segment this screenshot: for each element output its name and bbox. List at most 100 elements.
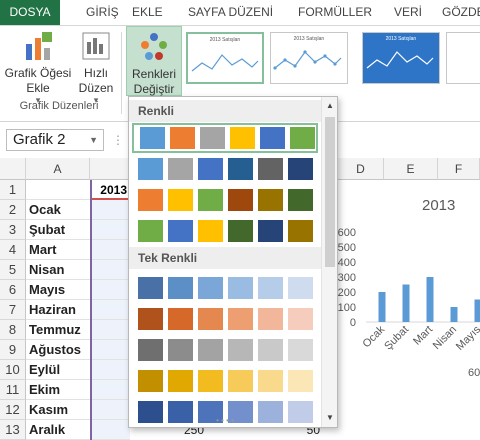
quick-layout-button[interactable]: Hızlı Düzen ▾ <box>76 30 116 105</box>
row-header-11[interactable]: 11 <box>0 380 26 400</box>
color-swatch <box>198 158 223 180</box>
cell-a2[interactable]: Ocak <box>26 200 90 220</box>
chart-style-thumb-1[interactable]: 2013 Satışları <box>186 32 264 84</box>
tab-gi̇ri̇ş[interactable]: GİRİŞ <box>78 0 127 25</box>
y-tick-label: 500 <box>338 242 356 254</box>
monochromatic-palette-row[interactable] <box>132 273 318 303</box>
resize-handle-icon[interactable]: ⋮ <box>112 133 125 147</box>
chart-style-thumb-3[interactable]: 2013 Satışları <box>362 32 440 84</box>
cell-b5[interactable] <box>90 260 130 280</box>
cell-a1[interactable] <box>26 180 90 200</box>
change-colors-button[interactable]: Renkleri Değiştir ▾ <box>126 26 182 106</box>
color-swatch <box>288 339 313 361</box>
tab-formüller[interactable]: FORMÜLLER <box>290 0 380 25</box>
bar-mart[interactable] <box>426 277 434 322</box>
color-swatch <box>138 308 163 330</box>
bar-şubat[interactable] <box>402 284 410 323</box>
cell-a6[interactable]: Mayıs <box>26 280 90 300</box>
chart-area[interactable]: 2013 0 100 200 300 400 500 600 Ocak Şubat Mart Nisa… <box>330 180 480 380</box>
column-header-d[interactable]: D <box>338 158 384 180</box>
cell-b2[interactable] <box>90 200 130 220</box>
colorful-section-header: Renkli <box>129 100 321 122</box>
cell-b13[interactable] <box>90 420 130 440</box>
cell-b11[interactable] <box>90 380 130 400</box>
quick-layout-icon <box>80 30 112 62</box>
row-header-6[interactable]: 6 <box>0 280 26 300</box>
dropdown-scrollbar[interactable]: ▲ ▼ <box>321 97 337 427</box>
color-swatch <box>138 277 163 299</box>
x-tick-label: Mayıs <box>454 323 480 353</box>
cell-b3[interactable] <box>90 220 130 240</box>
name-box[interactable]: Grafik 2 ▼ <box>6 129 104 151</box>
monochromatic-palette-row[interactable] <box>132 304 318 334</box>
cell-b7[interactable] <box>90 300 130 320</box>
cell-a11[interactable]: Ekim <box>26 380 90 400</box>
cell-b9[interactable] <box>90 340 130 360</box>
cell-a12[interactable]: Kasım <box>26 400 90 420</box>
scroll-down-icon[interactable]: ▼ <box>324 412 336 424</box>
scroll-thumb[interactable] <box>325 117 335 267</box>
tab-gözde[interactable]: GÖZDE <box>434 0 480 25</box>
color-swatch <box>288 158 313 180</box>
tab-ekle[interactable]: EKLE <box>124 0 171 25</box>
bar-mayıs[interactable] <box>474 299 480 323</box>
cell-b8[interactable] <box>90 320 130 340</box>
add-chart-element-button[interactable]: Grafik Öğesi Ekle ▾ <box>2 30 74 105</box>
cell-a4[interactable]: Mart <box>26 240 90 260</box>
colorful-palette-row[interactable] <box>132 185 318 215</box>
row-header-13[interactable]: 13 <box>0 420 26 440</box>
select-all-corner[interactable] <box>0 158 26 180</box>
colorful-palette-row[interactable] <box>132 154 318 184</box>
cell-a10[interactable]: Eylül <box>26 360 90 380</box>
cell-b6[interactable] <box>90 280 130 300</box>
color-swatch <box>228 189 253 211</box>
row-header-7[interactable]: 7 <box>0 300 26 320</box>
tab-sayfa düzeni̇[interactable]: SAYFA DÜZENİ <box>180 0 281 25</box>
cell-a3[interactable]: Şubat <box>26 220 90 240</box>
monochromatic-palette-row[interactable] <box>132 335 318 365</box>
bar-nisan[interactable] <box>450 307 458 322</box>
tab-dosya[interactable]: DOSYA <box>0 0 60 25</box>
row-header-3[interactable]: 3 <box>0 220 26 240</box>
line-chart-preview-icon <box>366 51 434 69</box>
cell-a8[interactable]: Temmuz <box>26 320 90 340</box>
cell-a7[interactable]: Haziran <box>26 300 90 320</box>
chart-style-thumb-4[interactable] <box>446 32 480 84</box>
color-swatch <box>288 277 313 299</box>
column-header-b[interactable] <box>90 158 130 180</box>
row-header-5[interactable]: 5 <box>0 260 26 280</box>
row-header-9[interactable]: 9 <box>0 340 26 360</box>
y-tick-label: 300 <box>338 272 356 284</box>
row-header-2[interactable]: 2 <box>0 200 26 220</box>
row-header-10[interactable]: 10 <box>0 360 26 380</box>
color-swatch <box>200 127 225 149</box>
colorful-palette-row[interactable] <box>132 216 318 246</box>
line-chart-preview-icon <box>273 50 342 70</box>
row-header-12[interactable]: 12 <box>0 400 26 420</box>
name-box-dropdown-icon[interactable]: ▼ <box>89 130 98 150</box>
color-swatch <box>198 220 223 242</box>
cell-b4[interactable] <box>90 240 130 260</box>
color-swatch <box>168 277 193 299</box>
row-header-8[interactable]: 8 <box>0 320 26 340</box>
chart-title[interactable]: 2013 <box>422 197 455 214</box>
column-header-e[interactable]: E <box>384 158 438 180</box>
cell-a5[interactable]: Nisan <box>26 260 90 280</box>
color-swatch <box>230 127 255 149</box>
row-header-4[interactable]: 4 <box>0 240 26 260</box>
cell-b12[interactable] <box>90 400 130 420</box>
scroll-up-icon[interactable]: ▲ <box>324 100 336 112</box>
resize-grip-icon[interactable]: • • • • <box>129 416 321 425</box>
cell-a13[interactable]: Aralık <box>26 420 90 440</box>
chart-style-thumb-2[interactable]: 2013 Satışları <box>270 32 348 84</box>
tab-veri̇[interactable]: VERİ <box>386 0 430 25</box>
colorful-palette-row[interactable] <box>132 123 318 153</box>
cell-a9[interactable]: Ağustos <box>26 340 90 360</box>
bar-ocak[interactable] <box>378 292 386 322</box>
row-header-1[interactable]: 1 <box>0 180 26 200</box>
column-header-f[interactable]: F <box>438 158 480 180</box>
monochromatic-palette-row[interactable] <box>132 366 318 396</box>
column-header-a[interactable]: A <box>26 158 90 180</box>
cell-b10[interactable] <box>90 360 130 380</box>
cell-b1[interactable]: 2013 <box>90 180 130 200</box>
